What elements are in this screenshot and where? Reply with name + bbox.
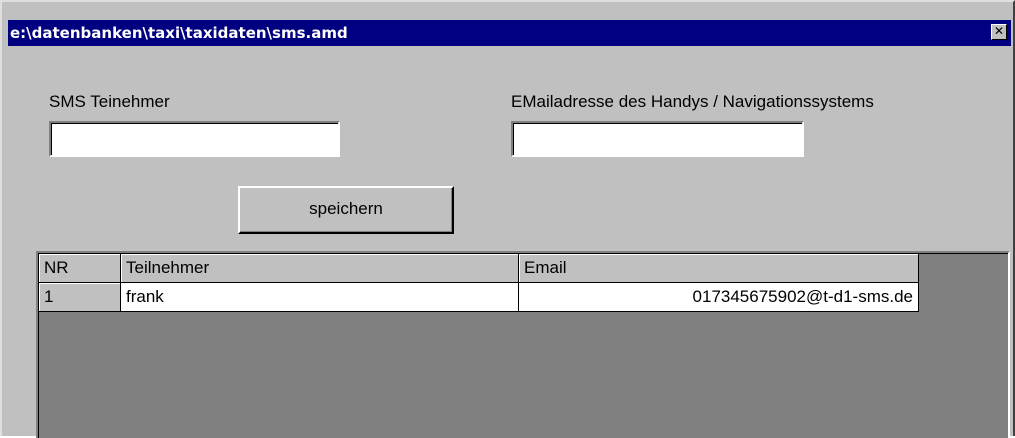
participant-label: SMS Teinehmer xyxy=(49,92,170,111)
window-title: e:\datenbanken\taxi\taxidaten\sms.amd xyxy=(10,24,348,42)
email-field[interactable] xyxy=(511,121,804,157)
title-bar[interactable]: e:\datenbanken\taxi\taxidaten\sms.amd ✕ xyxy=(8,20,1011,46)
cell-nr[interactable]: 1 xyxy=(39,283,121,312)
grid-body: NR Teilnehmer Email 1 frank 017345675902… xyxy=(38,253,1008,438)
data-grid: NR Teilnehmer Email 1 frank 017345675902… xyxy=(36,251,1010,438)
table-header-row: NR Teilnehmer Email xyxy=(39,254,919,283)
table-row[interactable]: 1 frank 017345675902@t-d1-sms.de xyxy=(39,283,919,312)
column-header-email[interactable]: Email xyxy=(519,254,919,283)
cell-email[interactable]: 017345675902@t-d1-sms.de xyxy=(519,283,919,312)
cell-teilnehmer[interactable]: frank xyxy=(121,283,519,312)
participant-input[interactable] xyxy=(51,123,338,155)
save-button[interactable]: speichern xyxy=(238,186,454,234)
form-window: e:\datenbanken\taxi\taxidaten\sms.amd ✕ … xyxy=(0,0,1015,438)
participant-field[interactable] xyxy=(49,121,340,157)
close-icon[interactable]: ✕ xyxy=(991,24,1007,40)
email-input[interactable] xyxy=(513,123,802,155)
email-label: EMailadresse des Handys / Navigationssys… xyxy=(511,92,874,111)
column-header-nr[interactable]: NR xyxy=(39,254,121,283)
column-header-teilnehmer[interactable]: Teilnehmer xyxy=(121,254,519,283)
